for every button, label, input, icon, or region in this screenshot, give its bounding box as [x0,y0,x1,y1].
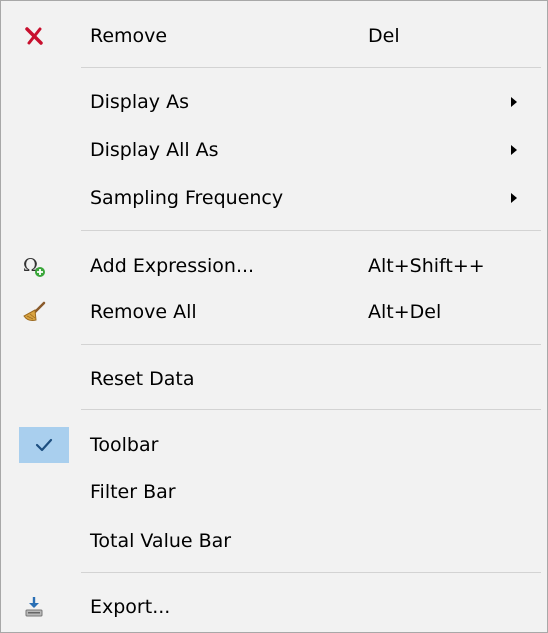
menu-item-label: Sampling Frequency [90,187,284,209]
menu-item-label: Remove [90,25,168,47]
menu-item-toolbar[interactable]: Toolbar [1,423,547,467]
menu-separator [81,344,541,345]
menu-item-shortcut: Alt+Del [368,301,442,323]
omega-add-icon: Ω [17,249,51,283]
submenu-arrow-icon [511,145,517,155]
menu-item-export[interactable]: Export... [1,585,547,629]
export-icon [17,590,51,624]
menu-item-reset-data[interactable]: Reset Data [1,357,547,401]
menu-item-label: Display All As [90,139,219,161]
menu-item-label: Reset Data [90,368,195,390]
submenu-arrow-icon [511,97,517,107]
menu-item-filter-bar[interactable]: Filter Bar [1,470,547,514]
menu-item-label: Remove All [90,301,197,323]
menu-item-label: Add Expression... [90,255,255,277]
menu-item-label: Total Value Bar [90,530,232,552]
menu-item-display-all-as[interactable]: Display All As [1,128,547,172]
menu-item-shortcut: Alt+Shift++ [368,255,485,277]
checkmark-icon [19,427,69,463]
menu-item-add-expression[interactable]: Ω Add Expression... Alt+Shift++ [1,244,547,288]
context-menu: Remove Del Display As Display All As Sam… [0,0,548,633]
menu-item-shortcut: Del [368,25,400,47]
menu-item-label: Toolbar [90,434,159,456]
menu-item-label: Export... [90,596,171,618]
menu-item-label: Display As [90,91,189,113]
menu-item-remove-all[interactable]: Remove All Alt+Del [1,290,547,334]
submenu-arrow-icon [511,193,517,203]
broom-icon [17,295,51,329]
menu-item-total-value-bar[interactable]: Total Value Bar [1,519,547,563]
menu-item-label: Filter Bar [90,481,176,503]
menu-separator [81,572,541,573]
menu-item-remove[interactable]: Remove Del [1,14,547,58]
menu-item-sampling-frequency[interactable]: Sampling Frequency [1,176,547,220]
remove-icon [17,19,51,53]
menu-separator [81,409,541,410]
menu-separator [81,230,541,231]
menu-item-display-as[interactable]: Display As [1,80,547,124]
menu-separator [81,67,541,68]
